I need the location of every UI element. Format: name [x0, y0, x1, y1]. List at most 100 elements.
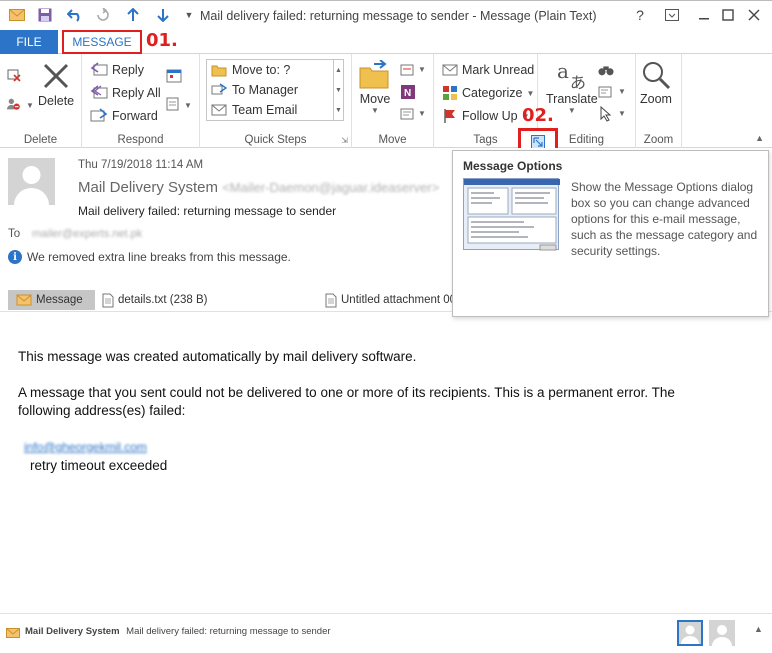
status-subject: Mail delivery failed: returning message … — [126, 626, 331, 637]
undo-icon[interactable] — [66, 6, 84, 24]
categorize-dropdown-icon[interactable]: ▼ — [526, 89, 534, 98]
failed-address-link[interactable]: info@gheorgekmil.com — [24, 440, 147, 454]
callout-01: 01. — [146, 30, 178, 51]
forward-button[interactable]: Forward — [90, 106, 158, 126]
more-respond-dropdown-icon[interactable]: ▼ — [184, 101, 192, 110]
ribbon-group-respond: Reply Reply All Forward ▼ Respond — [82, 54, 200, 148]
scroll-up-icon[interactable]: ▲ — [335, 67, 342, 74]
folder-move-icon — [211, 65, 227, 77]
attachment-details-txt[interactable]: details.txt (238 B) — [102, 290, 207, 310]
delete-icon — [44, 63, 69, 89]
attachment-untitled[interactable]: Untitled attachment 00 — [325, 290, 456, 310]
people-pane-avatar-selected[interactable] — [677, 620, 703, 646]
rules-icon[interactable] — [400, 62, 416, 78]
junk-dropdown-icon[interactable]: ▼ — [26, 101, 34, 110]
info-bar[interactable]: i We removed extra line breaks from this… — [8, 250, 291, 264]
body-line-2: A message that you sent could not be del… — [18, 385, 675, 400]
minimize-icon[interactable] — [692, 5, 716, 25]
forward-mail-icon — [211, 83, 227, 95]
ribbon: ▼ Delete Delete Reply Reply All Forward … — [0, 54, 772, 156]
translate-button[interactable]: aあ Translate ▼ — [546, 58, 598, 115]
svg-text:あ: あ — [570, 73, 586, 92]
reply-button[interactable]: Reply — [90, 60, 144, 80]
attachment-message[interactable]: Message — [8, 290, 95, 310]
expand-gallery-icon[interactable]: ▼ — [335, 107, 342, 114]
ignore-icon[interactable] — [6, 66, 22, 82]
people-pane-collapse-icon[interactable]: ▲ — [754, 624, 763, 634]
file-icon — [325, 293, 337, 307]
people-pane-avatar[interactable] — [709, 620, 735, 646]
actions-icon[interactable] — [400, 106, 416, 122]
junk-icon[interactable] — [6, 96, 22, 112]
body-error: retry timeout exceeded — [30, 458, 168, 473]
reply-icon — [90, 62, 108, 76]
group-label-respond: Respond — [117, 134, 164, 146]
quick-step-team-email[interactable]: Team Email — [207, 100, 333, 120]
to-label: To — [8, 228, 21, 240]
translate-dropdown-icon[interactable]: ▼ — [568, 106, 576, 115]
flag-icon — [444, 109, 455, 123]
reply-all-button[interactable]: Reply All — [90, 83, 161, 103]
group-label-editing: Editing — [568, 134, 605, 146]
delete-button[interactable]: Delete — [38, 60, 74, 108]
ribbon-group-editing: aあ Translate ▼ ▼ ▼ Editing — [538, 54, 636, 148]
body-line-1: This message was created automatically b… — [18, 349, 417, 364]
sender-address: <Mailer-Daemon@jaguar.ideaserver> — [222, 180, 440, 195]
actions-dropdown-icon[interactable]: ▼ — [418, 109, 426, 118]
team-email-icon — [211, 104, 227, 116]
message-options-dialog-preview — [463, 178, 560, 251]
info-text: We removed extra line breaks from this m… — [27, 250, 291, 264]
group-label-zoom: Zoom — [643, 134, 674, 146]
zoom-button[interactable]: Zoom — [640, 60, 672, 106]
text-file-icon — [102, 293, 114, 307]
mark-unread-icon — [442, 64, 458, 76]
forward-label: Forward — [112, 109, 158, 123]
select-icon[interactable] — [598, 106, 614, 122]
up-arrow-icon[interactable] — [124, 6, 142, 24]
envelope-icon — [16, 294, 32, 306]
quick-step-label: To Manager — [232, 83, 299, 97]
help-button[interactable]: ? — [628, 5, 652, 25]
categorize-label: Categorize — [462, 86, 523, 100]
svg-text:N: N — [404, 88, 411, 99]
quick-step-move-to[interactable]: Move to: ? — [207, 60, 333, 80]
status-message-summary[interactable]: Mail Delivery System Mail delivery faile… — [25, 626, 331, 637]
redo-icon[interactable] — [94, 6, 112, 24]
delete-label: Delete — [38, 94, 75, 108]
ribbon-group-zoom: Zoom Zoom — [636, 54, 682, 148]
close-icon[interactable] — [742, 5, 766, 25]
collapse-ribbon-icon[interactable]: ▲ — [755, 133, 764, 143]
customize-toolbar-icon[interactable]: ▼ — [180, 6, 198, 24]
categorize-button[interactable]: Categorize ▼ — [442, 83, 534, 103]
quick-steps-scroll[interactable]: ▲ ▼ ▼ — [334, 59, 344, 121]
group-label-quick-steps: Quick Steps — [244, 134, 307, 146]
meeting-reply-icon[interactable] — [166, 68, 182, 84]
scroll-down-icon[interactable]: ▼ — [335, 87, 342, 94]
find-icon[interactable] — [598, 62, 614, 78]
sender-avatar — [8, 158, 55, 205]
rules-dropdown-icon[interactable]: ▼ — [418, 65, 426, 74]
quick-steps-launcher-icon[interactable]: ⇲ — [341, 136, 348, 145]
group-label-delete: Delete — [23, 134, 58, 146]
to-recipient[interactable]: mailer@experts.net.pk — [32, 228, 142, 240]
maximize-icon[interactable] — [716, 5, 740, 25]
quick-step-to-manager[interactable]: To Manager — [207, 80, 333, 100]
mark-unread-button[interactable]: Mark Unread — [442, 60, 534, 80]
ribbon-display-options-icon[interactable] — [660, 5, 684, 25]
zoom-label: Zoom — [640, 92, 672, 106]
move-button[interactable]: Move ▼ — [358, 60, 392, 115]
more-respond-icon[interactable] — [166, 96, 182, 112]
related-dropdown-icon[interactable]: ▼ — [618, 87, 626, 96]
tab-message[interactable]: MESSAGE — [62, 30, 142, 54]
save-icon[interactable] — [36, 6, 54, 24]
info-icon: i — [8, 250, 22, 264]
down-arrow-icon[interactable] — [154, 6, 172, 24]
move-dropdown-icon[interactable]: ▼ — [371, 106, 379, 115]
ribbon-group-delete: ▼ Delete Delete — [0, 54, 82, 148]
follow-up-button[interactable]: Follow Up ▼ — [442, 106, 530, 126]
tab-file[interactable]: FILE — [0, 30, 58, 54]
related-icon[interactable] — [598, 84, 614, 100]
select-dropdown-icon[interactable]: ▼ — [618, 109, 626, 118]
onenote-icon[interactable]: N — [400, 84, 416, 100]
message-sender[interactable]: Mail Delivery System <Mailer-Daemon@jagu… — [78, 179, 439, 196]
